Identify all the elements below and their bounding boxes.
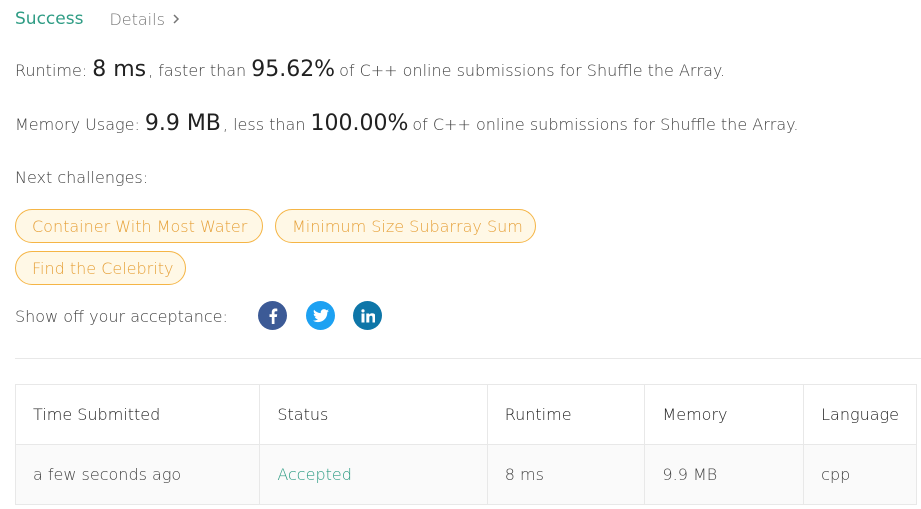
challenge-container-with-most-water[interactable]: Container With Most Water <box>15 209 263 243</box>
memory-line: Memory Usage: 9.9 MB , less than 100.00%… <box>15 111 798 136</box>
submission-table: Time Submitted Status Runtime Memory Lan… <box>14 384 917 505</box>
cell-language: cpp <box>803 444 917 505</box>
challenge-find-the-celebrity[interactable]: Find the Celebrity <box>15 251 186 285</box>
runtime-label: Runtime: <box>15 61 88 80</box>
share-label: Show off your acceptance: <box>15 306 228 326</box>
divider <box>15 358 921 359</box>
details-link[interactable]: Details <box>109 10 180 29</box>
twitter-icon[interactable] <box>306 301 335 330</box>
details-label: Details <box>109 9 165 29</box>
cell-runtime: 8 ms <box>486 444 646 505</box>
status-success: Success <box>15 9 84 29</box>
cell-memory: 9.9 MB <box>644 444 805 505</box>
th-time-submitted: Time Submitted <box>14 384 261 445</box>
runtime-line: Runtime: 8 ms , faster than 95.62% of C+… <box>15 57 725 82</box>
result-header: Success Details <box>15 8 181 30</box>
challenge-minimum-size-subarray-sum[interactable]: Minimum Size Subarray Sum <box>275 209 536 243</box>
memory-percent: 100.00% <box>310 111 409 136</box>
chevron-right-icon <box>173 14 179 24</box>
runtime-comparison: , faster than <box>148 61 247 80</box>
th-language: Language <box>803 384 917 445</box>
memory-suffix: of C++ online submissions for Shuffle th… <box>412 115 799 134</box>
next-challenges-label: Next challenges: <box>15 168 149 187</box>
cell-time-submitted: a few seconds ago <box>14 444 261 505</box>
cell-status-accepted[interactable]: Accepted <box>259 444 488 505</box>
th-memory: Memory <box>644 384 805 445</box>
memory-value: 9.9 MB <box>144 111 221 136</box>
runtime-suffix: of C++ online submissions for Shuffle th… <box>339 61 726 80</box>
th-runtime: Runtime <box>486 384 646 445</box>
memory-label: Memory Usage: <box>15 115 140 134</box>
table-header-row: Time Submitted Status Runtime Memory Lan… <box>14 384 917 445</box>
table-row: a few seconds ago Accepted 8 ms 9.9 MB c… <box>14 444 917 505</box>
runtime-percent: 95.62% <box>251 57 336 82</box>
th-status: Status <box>259 384 488 445</box>
memory-comparison: , less than <box>222 115 306 134</box>
facebook-icon[interactable] <box>258 301 287 330</box>
runtime-value: 8 ms <box>92 57 147 82</box>
share-section: Show off your acceptance: <box>15 302 228 330</box>
linkedin-icon[interactable] <box>353 301 382 330</box>
